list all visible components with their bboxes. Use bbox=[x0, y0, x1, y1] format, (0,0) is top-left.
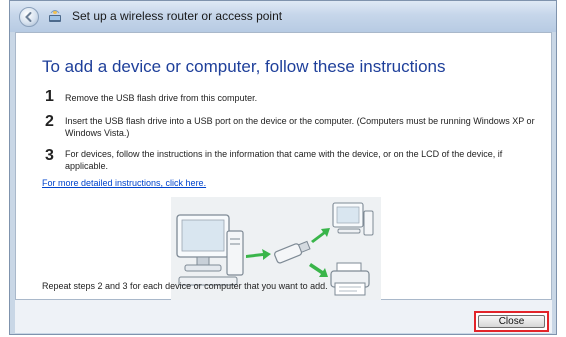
content-panel: To add a device or computer, follow thes… bbox=[15, 32, 552, 303]
desktop-computer-icon bbox=[176, 214, 244, 286]
step-3-text: For devices, follow the instructions in … bbox=[65, 149, 503, 171]
wizard-window: Set up a wireless router or access point… bbox=[9, 0, 557, 335]
close-button[interactable]: Close bbox=[478, 315, 545, 328]
detailed-instructions-link[interactable]: For more detailed instructions, click he… bbox=[42, 178, 206, 188]
back-button[interactable] bbox=[19, 7, 39, 27]
arrow-right-icon bbox=[246, 249, 271, 260]
small-computer-icon bbox=[332, 202, 374, 236]
close-button-highlight: Close bbox=[474, 311, 549, 332]
network-setup-icon bbox=[49, 10, 61, 22]
step-1-text: Remove the USB flash drive from this com… bbox=[65, 93, 258, 103]
page-heading: To add a device or computer, follow thes… bbox=[42, 57, 446, 76]
step-2-text: Insert the USB flash drive into a USB po… bbox=[65, 116, 535, 138]
usb-drive-icon bbox=[274, 240, 311, 264]
printer-icon bbox=[330, 262, 370, 296]
arrow-down-right-icon bbox=[309, 263, 328, 277]
arrow-up-right-icon bbox=[311, 228, 330, 243]
title-bar: Set up a wireless router or access point bbox=[10, 1, 556, 32]
repeat-steps-text: Repeat steps 2 and 3 for each device or … bbox=[42, 281, 328, 291]
step-3-number: 3 bbox=[45, 147, 54, 164]
footer-bar bbox=[15, 300, 552, 333]
window-title: Set up a wireless router or access point bbox=[72, 9, 283, 23]
back-arrow-icon bbox=[25, 12, 32, 22]
step-2-number: 2 bbox=[45, 113, 54, 130]
step-1-number: 1 bbox=[45, 88, 54, 105]
